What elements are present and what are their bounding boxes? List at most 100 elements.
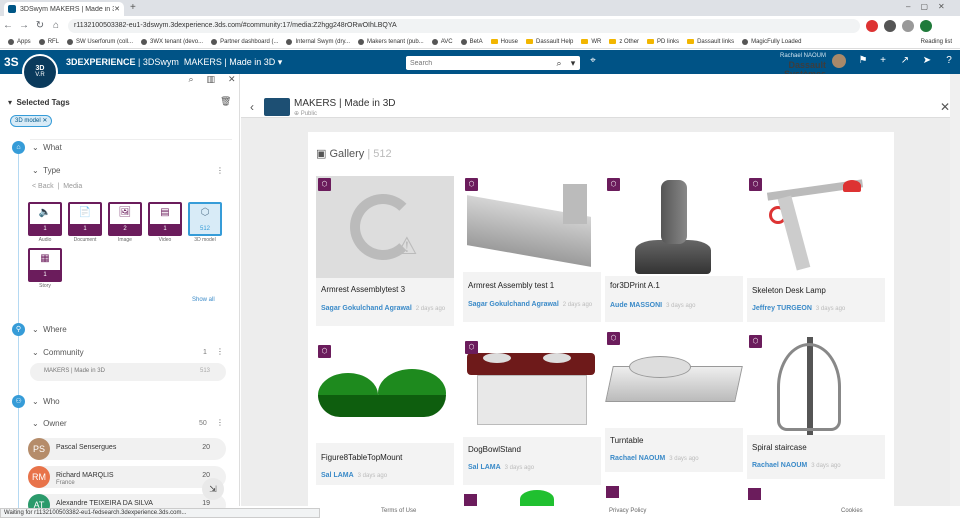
author-name[interactable]: Sagar Gokulchand Agrawal [468,301,559,308]
bookmark-item[interactable]: Dassault links [687,39,734,45]
more-icon[interactable]: ⋮ [216,347,224,356]
author-name[interactable]: Aude MASSONI [610,302,662,309]
terms-link[interactable]: Terms of Use [381,508,416,514]
close-icon[interactable]: ✕ [228,74,236,90]
tab-close-icon[interactable]: ✕ [114,5,120,13]
bookmark-item[interactable]: 3WX tenant (devo... [141,38,203,45]
compass-icon[interactable]: 3D V.R [22,54,58,90]
extension-icon[interactable] [866,19,878,32]
type-filter-3d-model[interactable]: ⬡ 512 [188,202,222,236]
type-filter-story[interactable]: ▦ 1 [28,248,62,282]
what-header[interactable]: ⌄ What [32,143,62,152]
card-title[interactable]: Armrest Assembly test 1 [468,281,554,290]
owner-item[interactable]: PS Pascal Sensergues 20 [28,438,226,460]
selected-tags-header[interactable]: ▾ Selected Tags [8,98,70,107]
reload-icon[interactable]: ↻ [32,20,48,31]
bookmark-item[interactable]: AVC [431,38,453,45]
search-input[interactable] [406,57,552,69]
gallery-card[interactable]: ⬡ for3DPrint A.1 Aude MASSONI 3 days ago [605,176,743,322]
bookmark-item[interactable]: MagicFully Loaded [742,38,801,45]
owner-item[interactable]: RM Richard MARQLIS 20 France [28,466,226,488]
add-icon[interactable]: + [876,55,890,69]
user-avatar[interactable] [832,54,846,68]
type-header[interactable]: ⌄ Type [32,166,61,175]
card-title[interactable]: for3DPrint A.1 [610,281,660,290]
bookmark-item[interactable]: PD links [647,39,679,45]
search-icon[interactable]: ⌕ [552,58,566,69]
flag-icon[interactable]: ⚑ [856,55,870,69]
type-filter-video[interactable]: ▤ 1 [148,202,182,236]
privacy-link[interactable]: Privacy Policy [609,508,646,514]
close-icon[interactable]: ✕ [940,100,950,114]
card-author[interactable]: Sal LAMA 3 days ago [468,464,534,471]
gallery-card[interactable]: ⬡ Figure8TableTopMount Sal LAMA 3 days ago [316,343,454,485]
profile-icon[interactable] [902,19,914,32]
gallery-card[interactable]: ⬡ ⚠ Armrest Assemblytest 3 Sagar Gokulchand… [316,176,454,326]
community-item[interactable]: MAKERS | Made in 3D 513 [30,363,226,381]
tag-chip[interactable]: 3D model ✕ [10,115,53,127]
more-icon[interactable]: ⋮ [216,166,224,175]
scrollbar[interactable] [950,74,960,506]
back-arrow-icon[interactable]: ← [0,20,16,31]
bookmark-item[interactable]: z Other [609,39,639,45]
thumbnail[interactable] [463,176,601,272]
forward-arrow-icon[interactable]: → [16,20,32,31]
card-author[interactable]: Jeffrey TURGEON 3 days ago [752,305,845,312]
bookmark-item[interactable]: House [490,39,518,45]
card-author[interactable]: Sagar Gokulchand Agrawal 2 days ago [468,301,592,308]
thumbnail[interactable] [316,343,454,443]
show-all-link[interactable]: Show all [192,297,215,303]
bookmark-item[interactable]: Makers tenant (pub... [358,38,424,45]
thumbnail[interactable] [463,339,601,437]
gallery-card[interactable]: ⬡ DogBowlStand Sal LAMA 3 days ago [463,339,601,485]
bookmark-item[interactable]: RFL [38,38,59,45]
url-field[interactable]: r1132100503382-eu1-3dswym.3dexperience.3… [68,18,860,33]
bookmark-item[interactable]: SW Userforum (coll... [67,38,133,45]
chevron-down-icon[interactable]: ▾ [566,58,580,69]
thumbnail[interactable] [605,176,743,276]
author-name[interactable]: Sagar Gokulchand Agrawal [321,305,412,312]
card-title[interactable]: Armrest Assemblytest 3 [321,285,405,294]
thumbnail[interactable]: ⚠ [316,176,454,278]
trash-icon[interactable]: 🗑 [220,96,231,107]
author-name[interactable]: Jeffrey TURGEON [752,305,812,312]
type-filter-audio[interactable]: 🔈 1 [28,202,62,236]
card-title[interactable]: Skeleton Desk Lamp [752,286,826,295]
cookies-link[interactable]: Cookies [841,508,863,514]
home-icon[interactable]: ⌂ [48,20,64,31]
gallery-card[interactable]: ⬡ Spiral staircase Rachael NAOUM 3 days ago [747,333,885,479]
share-icon[interactable]: ↗ [898,55,912,69]
who-header[interactable]: ⌄ Who [32,397,60,406]
new-tab-button[interactable]: + [130,2,136,13]
card-author[interactable]: Rachael NAOUM 3 days ago [752,462,841,469]
help-icon[interactable]: ? [942,55,956,69]
card-author[interactable]: Sal LAMA 3 days ago [321,472,387,479]
community-header[interactable]: ⌄ Community [32,348,84,357]
gallery-card[interactable]: ⬡ Skeleton Desk Lamp Jeffrey TURGEON 3 days… [747,176,885,322]
bookmark-item[interactable]: Apps [8,38,31,45]
bookmark-item[interactable]: WR [581,39,601,45]
avatar-icon[interactable] [920,19,932,32]
card-title[interactable]: Turntable [610,436,644,445]
browser-tab[interactable]: 3DSwym MAKERS | Made in 3D ✕ [4,2,124,16]
tag-icon[interactable]: ⌖ [586,55,600,69]
thumbnail[interactable] [605,330,743,428]
bookmark-item[interactable]: Partner dashboard (... [211,38,278,45]
gallery-card[interactable]: ⬡ Turntable Rachael NAOUM 3 days ago [605,330,743,472]
author-name[interactable]: Rachael NAOUM [752,462,807,469]
card-title[interactable]: Spiral staircase [752,443,807,452]
type-filter-document[interactable]: 📄 1 [68,202,102,236]
card-author[interactable]: Rachael NAOUM 3 days ago [610,455,699,462]
community-title[interactable]: MAKERS | Made in 3D [294,98,396,109]
back-link[interactable]: < Back [32,183,54,190]
bookmark-item[interactable]: BetA [460,38,483,45]
app-title[interactable]: 3DEXPERIENCE | 3DSwym MAKERS | Made in 3… [66,57,282,68]
type-filter-image[interactable]: 🖼 2 [108,202,142,236]
3ds-logo-icon[interactable]: 3S [4,55,24,69]
bookmark-item[interactable]: Dassault Help [526,39,573,45]
window-controls[interactable]: –▢✕ [906,2,955,11]
bookmark-item[interactable]: Internal Swym (dry... [286,38,350,45]
more-icon[interactable]: ⋮ [216,418,224,427]
community-thumbnail[interactable] [264,98,290,116]
thumbnail[interactable] [747,176,885,278]
